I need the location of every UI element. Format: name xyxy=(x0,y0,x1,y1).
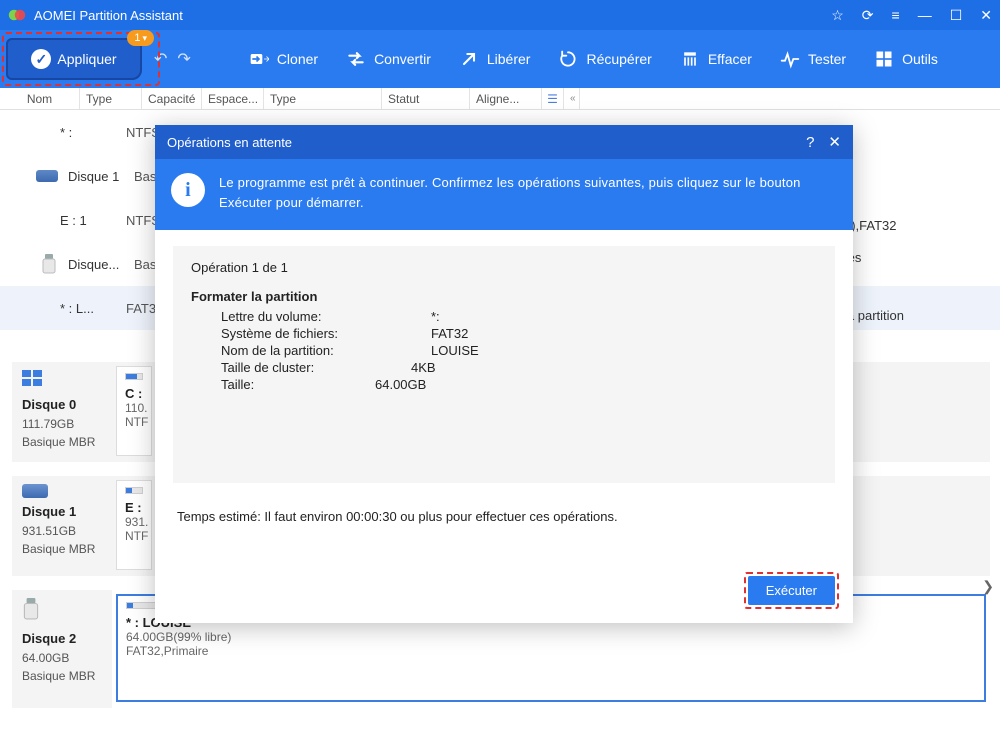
column-header: Nom Type Capacité Espace... Type Statut … xyxy=(0,88,1000,110)
refresh-icon[interactable]: ⟳ xyxy=(862,7,874,24)
execute-button[interactable]: Exécuter xyxy=(748,576,835,605)
collapse-icon[interactable]: « xyxy=(564,88,580,109)
dialog-banner: i Le programme est prêt à continuer. Con… xyxy=(155,159,853,230)
erase-icon xyxy=(680,49,700,69)
maximize-icon[interactable]: ☐ xyxy=(950,7,963,24)
free-icon xyxy=(459,49,479,69)
col-statut[interactable]: Statut xyxy=(382,88,470,109)
operation-title: Formater la partition xyxy=(191,289,817,304)
pending-badge[interactable]: 1▾ xyxy=(127,30,154,46)
clone-button[interactable]: Cloner xyxy=(249,49,318,69)
app-logo-icon xyxy=(8,6,26,24)
info-icon: i xyxy=(171,173,205,207)
help-icon[interactable]: ? xyxy=(806,134,814,151)
test-icon xyxy=(780,49,800,69)
col-nom[interactable]: Nom xyxy=(0,88,80,109)
recover-icon xyxy=(558,49,578,69)
test-button[interactable]: Tester xyxy=(780,49,846,69)
apply-button[interactable]: ✓ Appliquer xyxy=(6,38,142,80)
usb-icon xyxy=(36,255,62,273)
check-circle-icon: ✓ xyxy=(31,49,51,69)
operation-count: Opération 1 de 1 xyxy=(191,260,817,275)
pending-operations-dialog: Opérations en attente ? ✕ i Le programme… xyxy=(155,125,853,623)
recover-button[interactable]: Récupérer xyxy=(558,49,651,69)
dialog-close-icon[interactable]: ✕ xyxy=(828,133,841,151)
chevron-right-icon[interactable]: ❯ xyxy=(982,578,994,595)
operation-details: Lettre du volume:*: Système de fichiers:… xyxy=(221,308,479,393)
app-title: AOMEI Partition Assistant xyxy=(34,8,831,23)
hdd-icon xyxy=(22,484,106,498)
free-button[interactable]: Libérer xyxy=(459,49,531,69)
toolbar: ✓ Appliquer 1▾ ↶ ↷ Cloner Convertir Libé… xyxy=(0,30,1000,88)
view-list-icon[interactable]: ☰ xyxy=(542,88,564,109)
dialog-titlebar: Opérations en attente ? ✕ xyxy=(155,125,853,159)
star-icon[interactable]: ☆ xyxy=(831,7,844,24)
titlebar: AOMEI Partition Assistant ☆ ⟳ ≡ — ☐ ✕ xyxy=(0,0,1000,30)
hdd-icon xyxy=(36,167,62,185)
close-icon[interactable]: ✕ xyxy=(980,7,992,24)
menu-icon[interactable]: ≡ xyxy=(892,7,900,23)
col-capacite[interactable]: Capacité xyxy=(142,88,202,109)
clone-icon xyxy=(249,49,269,69)
col-type2[interactable]: Type xyxy=(264,88,382,109)
convert-icon xyxy=(346,49,366,69)
col-type[interactable]: Type xyxy=(80,88,142,109)
dialog-banner-text: Le programme est prêt à continuer. Confi… xyxy=(219,173,837,212)
estimated-time: Temps estimé: Il faut environ 00:00:30 o… xyxy=(177,509,831,524)
minimize-icon[interactable]: — xyxy=(918,7,932,23)
col-espace[interactable]: Espace... xyxy=(202,88,264,109)
apply-label: Appliquer xyxy=(57,51,116,67)
grid-icon xyxy=(22,370,106,391)
operation-box: Opération 1 de 1 Formater la partition L… xyxy=(173,246,835,483)
usb-icon xyxy=(22,598,106,625)
tools-button[interactable]: Outils xyxy=(874,49,938,69)
col-aligne[interactable]: Aligne... xyxy=(470,88,542,109)
undo-icon[interactable]: ↶ xyxy=(154,49,167,69)
erase-button[interactable]: Effacer xyxy=(680,49,752,69)
tools-icon xyxy=(874,49,894,69)
dialog-title: Opérations en attente xyxy=(167,135,792,150)
convert-button[interactable]: Convertir xyxy=(346,49,431,69)
redo-icon[interactable]: ↷ xyxy=(177,49,190,69)
